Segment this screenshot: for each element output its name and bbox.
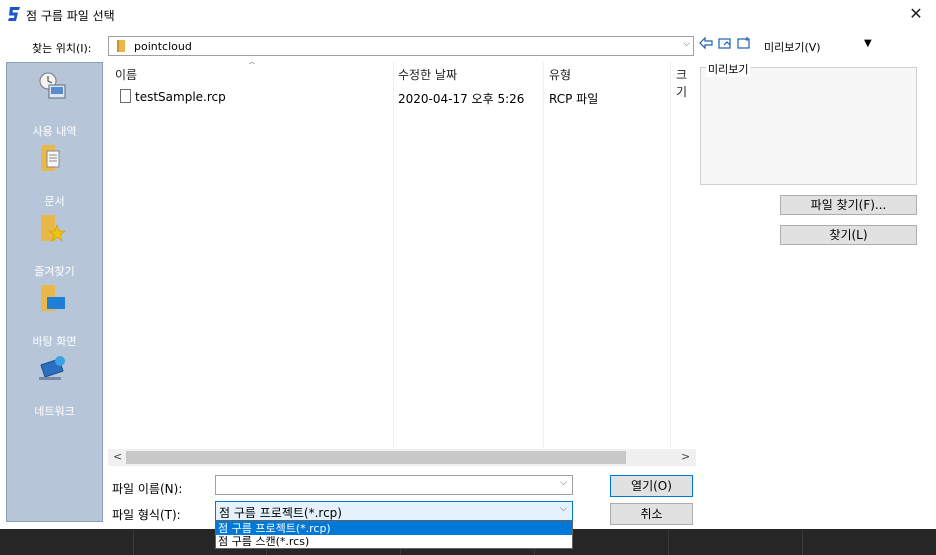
- place-label-network[interactable]: 네트워크: [7, 403, 102, 419]
- open-button[interactable]: 열기(O): [610, 475, 693, 497]
- column-divider: [543, 62, 544, 448]
- preview-pane: [700, 67, 917, 185]
- chevron-down-icon[interactable]: ⌵: [560, 504, 567, 514]
- window-title: 점 구름 파일 선택: [26, 9, 115, 23]
- file-icon: [120, 89, 131, 103]
- title-bar: 점 구름 파일 선택 ✕: [0, 0, 936, 30]
- app-logo-icon: [8, 7, 20, 21]
- file-type-option-rcs[interactable]: 점 구름 스캔(*.rcs): [216, 535, 572, 548]
- favorites-icon[interactable]: [35, 213, 69, 243]
- preview-toggle[interactable]: 미리보기(V): [764, 39, 821, 55]
- look-in-value: pointcloud: [134, 40, 192, 53]
- find-button[interactable]: 찾기(L): [780, 225, 917, 245]
- horizontal-scrollbar[interactable]: < >: [108, 449, 696, 466]
- history-icon[interactable]: [35, 71, 69, 101]
- file-name-label: 파일 이름(N):: [112, 482, 183, 496]
- taskbar-divider: [133, 529, 134, 555]
- file-type-dropdown-list[interactable]: 점 구름 프로젝트(*.rcp) 점 구름 스캔(*.rcs): [215, 521, 573, 549]
- cancel-button[interactable]: 취소: [610, 503, 693, 525]
- file-type-label: 파일 형식(T):: [112, 508, 181, 522]
- column-header-name[interactable]: 이름: [115, 66, 137, 83]
- documents-icon[interactable]: [35, 143, 69, 173]
- file-type-option-rcp[interactable]: 점 구름 프로젝트(*.rcp): [216, 522, 572, 535]
- column-header-size[interactable]: 크기: [676, 66, 696, 100]
- scroll-left-icon[interactable]: <: [113, 450, 122, 463]
- sort-ascending-icon: ^: [248, 62, 256, 71]
- close-button[interactable]: ✕: [896, 0, 936, 28]
- file-list[interactable]: 이름 ^ 수정한 날짜 유형 크기 testSample.rcp 2020-04…: [108, 62, 696, 466]
- preview-group-label: 미리보기: [706, 61, 751, 77]
- look-in-label: 찾는 위치(I):: [32, 42, 92, 55]
- dropdown-arrow-icon[interactable]: ▼: [864, 38, 872, 49]
- place-label-history[interactable]: 사용 내역: [7, 123, 102, 139]
- file-type-select[interactable]: 점 구름 프로젝트(*.rcp) ⌵: [215, 501, 573, 521]
- file-open-dialog: 점 구름 파일 선택 ✕ 찾는 위치(I): pointcloud ⌵ 미리보기…: [0, 0, 936, 529]
- chevron-down-icon[interactable]: ⌵: [683, 39, 690, 49]
- place-label-favorites[interactable]: 즐겨찾기: [7, 263, 102, 279]
- file-type-cell[interactable]: RCP 파일: [549, 90, 598, 107]
- new-folder-icon[interactable]: [737, 36, 751, 50]
- place-label-documents[interactable]: 문서: [7, 193, 102, 209]
- find-file-button[interactable]: 파일 찾기(F)...: [780, 195, 917, 215]
- taskbar-divider: [802, 529, 803, 555]
- up-folder-icon[interactable]: [718, 36, 732, 50]
- taskbar-divider: [668, 529, 669, 555]
- scroll-thumb[interactable]: [126, 451, 626, 464]
- look-in-dropdown[interactable]: pointcloud ⌵: [108, 36, 694, 56]
- column-header-type[interactable]: 유형: [549, 66, 571, 83]
- desktop-folder-icon[interactable]: [35, 283, 69, 313]
- desktop-icon[interactable]: [35, 353, 69, 383]
- file-date-cell[interactable]: 2020-04-17 오후 5:26: [398, 90, 524, 107]
- column-divider: [393, 62, 394, 448]
- place-label-desktop[interactable]: 바탕 화면: [7, 333, 102, 349]
- column-divider: [670, 62, 671, 448]
- file-name-cell[interactable]: testSample.rcp: [135, 90, 226, 104]
- places-bar: 사용 내역 문서 즐겨찾기 바탕 화면 네트워크: [6, 62, 103, 522]
- file-type-value: 점 구름 프로젝트(*.rcp): [219, 506, 342, 520]
- file-name-input[interactable]: ⌵: [215, 475, 573, 495]
- column-header-date[interactable]: 수정한 날짜: [398, 66, 457, 83]
- back-icon[interactable]: [699, 36, 713, 50]
- chevron-down-icon[interactable]: ⌵: [560, 478, 567, 488]
- scroll-right-icon[interactable]: >: [681, 450, 690, 463]
- folder-icon: [117, 40, 125, 52]
